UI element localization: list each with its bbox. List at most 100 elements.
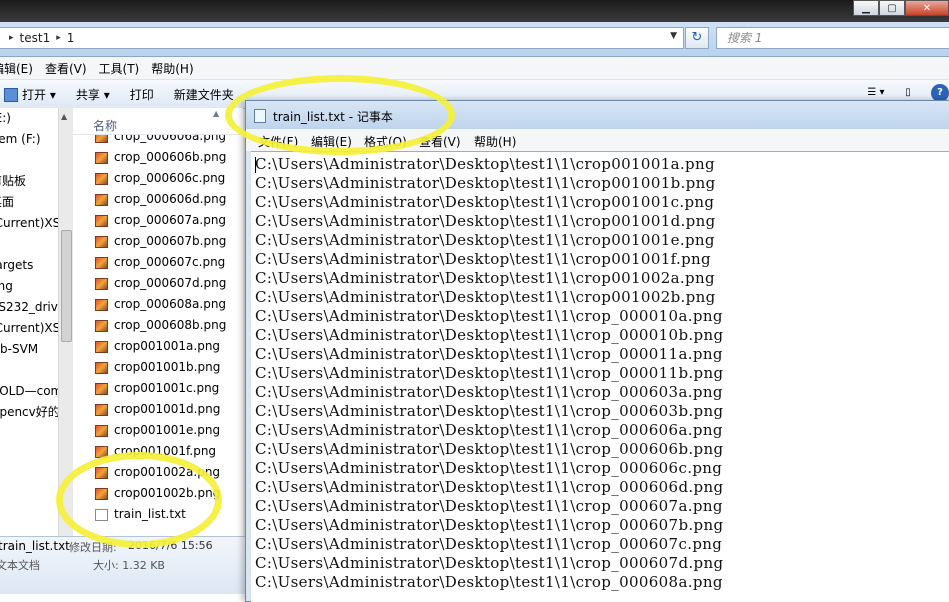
menu-view[interactable]: 查看(V) xyxy=(45,60,87,77)
refresh-icon[interactable]: ↻ xyxy=(685,27,709,49)
chevron-down-icon[interactable]: ▼ xyxy=(670,31,677,41)
file-row[interactable]: crop_000606d.png xyxy=(73,189,243,210)
text-line: C:\Users\Administrator\Desktop\test1\1\c… xyxy=(255,402,724,420)
nav-item[interactable]: DOLD—comp xyxy=(0,381,62,402)
text-line: C:\Users\Administrator\Desktop\test1\1\c… xyxy=(255,231,715,249)
navigation-pane: (E:) Item (F:) 剪贴板 桌面 (Current)XSL_A Tar… xyxy=(0,108,62,536)
nav-item[interactable]: Item (F:) xyxy=(0,129,62,150)
text-lines: C:\Users\Administrator\Desktop\test1\1\c… xyxy=(255,155,723,592)
notepad-text-area[interactable]: C:\Users\Administrator\Desktop\test1\1\c… xyxy=(251,151,949,602)
menu-help[interactable]: 帮助(H) xyxy=(151,60,193,77)
maximize-icon[interactable]: ▢ xyxy=(879,0,905,16)
nav-item[interactable] xyxy=(0,360,62,381)
text-line: C:\Users\Administrator\Desktop\test1\1\c… xyxy=(255,269,715,287)
png-file-icon xyxy=(95,215,108,227)
nav-item[interactable]: RS232_drive xyxy=(0,297,62,318)
nav-item[interactable]: Opencv好的积累 xyxy=(0,402,62,423)
png-file-icon xyxy=(95,194,108,206)
file-row[interactable]: crop001001a.png xyxy=(73,336,243,357)
nav-item[interactable]: 剪贴板 xyxy=(0,171,62,192)
open-button[interactable]: 打开 ▾ xyxy=(4,86,56,103)
text-line: C:\Users\Administrator\Desktop\test1\1\c… xyxy=(255,174,716,192)
sort-up-icon: ▲ xyxy=(213,109,220,118)
nav-item[interactable] xyxy=(0,234,62,255)
file-name: crop_000607b.png xyxy=(114,234,227,248)
png-file-icon xyxy=(95,362,108,374)
file-row[interactable]: crop_000607c.png xyxy=(73,252,243,273)
text-line: C:\Users\Administrator\Desktop\test1\1\c… xyxy=(255,250,712,268)
file-name: crop001001b.png xyxy=(114,360,221,374)
text-line: C:\Users\Administrator\Desktop\test1\1\c… xyxy=(255,478,724,496)
file-name: crop001001e.png xyxy=(114,423,221,437)
file-name: crop_000606b.png xyxy=(114,150,227,164)
text-line: C:\Users\Administrator\Desktop\test1\1\c… xyxy=(255,383,723,401)
text-line: C:\Users\Administrator\Desktop\test1\1\c… xyxy=(255,212,716,230)
file-name: crop001001d.png xyxy=(114,402,221,416)
png-file-icon xyxy=(95,425,108,437)
chevron-right-icon: ▸ xyxy=(56,33,61,43)
scrollbar-thumb[interactable] xyxy=(61,230,72,342)
close-icon[interactable]: ✕ xyxy=(905,0,949,16)
file-name: crop001001a.png xyxy=(114,339,221,353)
png-file-icon xyxy=(95,404,108,416)
window-controls: ▁ ▢ ✕ xyxy=(853,0,949,16)
breadcrumb-1[interactable]: 1 xyxy=(67,31,75,45)
text-line: C:\Users\Administrator\Desktop\test1\1\c… xyxy=(255,307,723,325)
file-row[interactable]: crop001001c.png xyxy=(73,378,243,399)
address-bar[interactable]: ▸ test1 ▸ 1 ▼ xyxy=(0,27,684,49)
chevron-right-icon: ▸ xyxy=(9,33,14,43)
png-file-icon xyxy=(95,320,108,332)
file-row[interactable]: crop_000607b.png xyxy=(73,231,243,252)
open-label: 打开 xyxy=(22,87,47,102)
file-row[interactable]: crop001001d.png xyxy=(73,399,243,420)
nav-item[interactable]: 桌面 xyxy=(0,192,62,213)
search-input[interactable]: 搜索 1 xyxy=(716,27,949,49)
share-label: 共享 xyxy=(75,87,100,102)
file-name: crop_000607c.png xyxy=(114,255,226,269)
breadcrumb-test1[interactable]: test1 xyxy=(20,31,51,45)
file-row[interactable]: crop_000608b.png xyxy=(73,315,243,336)
nav-item[interactable]: Lib-SVM xyxy=(0,339,62,360)
minimize-icon[interactable]: ▁ xyxy=(853,0,879,16)
menu-edit[interactable]: 编辑(E) xyxy=(0,60,33,77)
column-header-name[interactable]: 名称 ▲ xyxy=(73,108,243,135)
file-name: crop_000608b.png xyxy=(114,318,227,332)
file-row[interactable]: crop_000606b.png xyxy=(73,147,243,168)
png-file-icon xyxy=(95,278,108,290)
scroll-up-icon[interactable]: ▲ xyxy=(61,112,67,121)
file-name: crop_000607d.png xyxy=(114,276,227,290)
nav-item[interactable]: Targets xyxy=(0,255,62,276)
address-row: ▸ test1 ▸ 1 ▼ ↻ 搜索 1 xyxy=(0,22,949,57)
file-name: crop_000606c.png xyxy=(114,171,226,185)
text-line: C:\Users\Administrator\Desktop\test1\1\c… xyxy=(255,573,723,591)
text-line: C:\Users\Administrator\Desktop\test1\1\c… xyxy=(255,440,724,458)
print-button[interactable]: 打印 xyxy=(130,86,154,103)
nav-item[interactable]: (Current)XSL_A xyxy=(0,213,62,234)
png-file-icon xyxy=(95,341,108,353)
nav-item[interactable] xyxy=(0,150,62,171)
notepad-window: train_list.txt - 记事本 文件(F) 编辑(E) 格式(O) 查… xyxy=(245,100,949,602)
file-row[interactable]: crop_000608a.png xyxy=(73,294,243,315)
text-line: C:\Users\Administrator\Desktop\test1\1\c… xyxy=(255,421,723,439)
explorer-menu-bar: 编辑(E) 查看(V) 工具(T) 帮助(H) xyxy=(0,57,949,80)
file-row[interactable]: crop001001e.png xyxy=(73,420,243,441)
menu-tools[interactable]: 工具(T) xyxy=(99,60,140,77)
file-row[interactable]: crop001001b.png xyxy=(73,357,243,378)
nav-item[interactable]: Img xyxy=(0,276,62,297)
text-line: C:\Users\Administrator\Desktop\test1\1\c… xyxy=(255,288,716,306)
column-header-label: 名称 xyxy=(93,119,118,133)
highlight-ellipse-files xyxy=(56,452,222,548)
nav-item[interactable]: (E:) xyxy=(0,108,62,129)
file-row[interactable]: crop_000607a.png xyxy=(73,210,243,231)
text-line: C:\Users\Administrator\Desktop\test1\1\c… xyxy=(255,516,724,534)
new-folder-button[interactable]: 新建文件夹 xyxy=(174,86,234,103)
menu-help[interactable]: 帮助(H) xyxy=(474,133,516,150)
share-button[interactable]: 共享 ▾ xyxy=(76,86,110,103)
nav-item[interactable]: (Current)XSL xyxy=(0,318,62,339)
png-file-icon xyxy=(95,383,108,395)
file-row[interactable]: crop_000606c.png xyxy=(73,168,243,189)
file-row[interactable]: crop_000607d.png xyxy=(73,273,243,294)
png-file-icon xyxy=(95,236,108,248)
text-line: C:\Users\Administrator\Desktop\test1\1\c… xyxy=(255,459,723,477)
png-file-icon xyxy=(95,257,108,269)
